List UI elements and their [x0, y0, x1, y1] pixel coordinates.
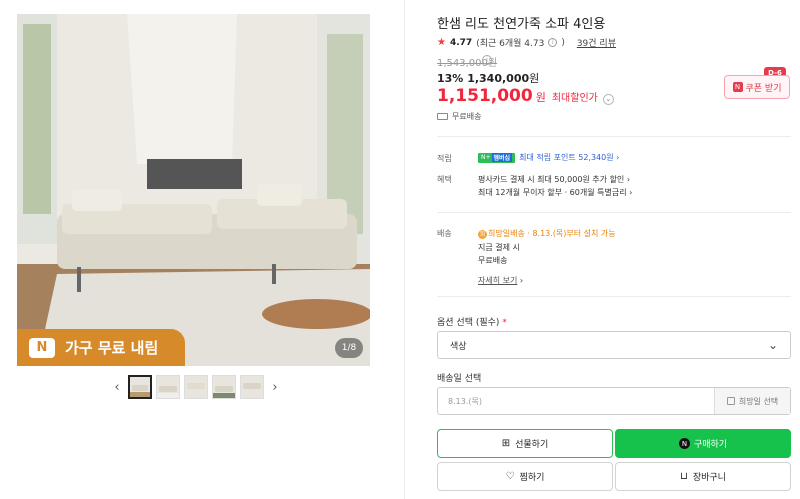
rating-score: 4.77 [449, 37, 473, 48]
npay-membership-icon: N+ 멤버십 [478, 152, 516, 163]
hope-delivery-text: · 8.13.(목)부터 설치 가능 [527, 229, 616, 238]
gift-icon: ⊞ [501, 438, 511, 449]
chevron-right-icon: › [629, 188, 633, 197]
delivery-line-2: 무료배송 [478, 256, 508, 265]
divider [437, 212, 791, 213]
rating-detail: (최근 6개월 4.73 [476, 39, 545, 49]
shipping-summary: 무료배송 [437, 111, 481, 122]
date-label: 배송일 선택 [437, 374, 482, 384]
date-field[interactable]: 8.13.(목) 희망일 선택 [437, 387, 791, 415]
rating-row: ★ 4.77 (최근 6개월 4.73 i) 39건 리뷰 [437, 36, 616, 49]
info-icon[interactable]: i [548, 38, 558, 47]
option-label: 옵션 선택 (필수) * [437, 318, 507, 328]
delivery-line-1: 지금 결제 시 [478, 243, 520, 252]
chevron-right-icon: › [626, 175, 631, 184]
chevron-right-icon: › [616, 153, 620, 162]
color-select[interactable]: 색상 ⌄ [437, 331, 791, 359]
naver-n-icon: N [29, 337, 55, 358]
hope-icon: 희 [478, 230, 487, 239]
best-won: 원 [535, 91, 546, 104]
wish-button[interactable]: ♡ 찜하기 [437, 462, 613, 491]
heart-icon: ♡ [505, 471, 515, 482]
discount-rate: 13% [437, 72, 464, 85]
thumbnail-2[interactable] [156, 375, 180, 399]
image-counter: 1/8 [335, 338, 363, 358]
hope-delivery-row: 희 희망일배송 · 8.13.(목)부터 설치 가능 [478, 228, 616, 239]
discount-price-row: 13% 1,340,000원 [437, 70, 539, 86]
points-text: 최대 적립 포인트 52,340원 [519, 153, 614, 162]
truck-icon [437, 113, 448, 120]
chevron-down-icon: ⌄ [767, 338, 778, 352]
free-badge-text: 가구 무료 내림 [65, 339, 159, 357]
benefit-1[interactable]: 평사카드 결제 시 최대 50,000원 추가 할인 › [478, 174, 630, 185]
thumbnail-5[interactable] [240, 375, 264, 399]
chevron-right-icon: › [519, 276, 524, 285]
more-link[interactable]: 자세히 보기 › [478, 275, 523, 286]
best-price-row: 1,151,000 원 최대할인가 ⌄ [437, 86, 614, 106]
calendar-icon [726, 397, 735, 405]
thumbnail-4[interactable] [212, 375, 236, 399]
divider [437, 136, 791, 137]
hope-delivery-badge: 희 희망일배송 [478, 229, 525, 239]
coupon-icon: N [732, 82, 743, 92]
review-link[interactable]: 39건 리뷰 [577, 36, 616, 49]
star-icon: ★ [437, 37, 446, 48]
benefit-2[interactable]: 최대 12개월 무이자 할부 · 60개월 특별금리 › [478, 187, 632, 198]
product-main-image[interactable] [17, 14, 370, 366]
thumbnail-3[interactable] [184, 375, 208, 399]
delivery-label: 배송 [437, 229, 452, 238]
chevron-down-icon[interactable]: ⌄ [602, 94, 614, 105]
date-select-button[interactable]: 희망일 선택 [714, 388, 790, 414]
free-delivery-badge: N 가구 무료 내림 [17, 329, 185, 366]
best-price: 1,151,000 [437, 86, 533, 106]
thumbnail-1[interactable] [128, 375, 152, 399]
cart-icon: ⊔ [680, 471, 688, 482]
best-price-label: 최대할인가 [551, 93, 598, 104]
divider [404, 0, 405, 499]
info-icon[interactable]: i [482, 55, 492, 65]
gift-button[interactable]: ⊞ 선물하기 [437, 429, 613, 458]
naver-pay-icon: N [678, 438, 690, 449]
date-placeholder: 8.13.(목) [448, 396, 482, 406]
coupon-label: 쿠폰 받기 [745, 83, 782, 94]
points-row[interactable]: N+ 멤버십 최대 적립 포인트 52,340원 › [478, 152, 619, 163]
benefit-label: 혜택 [437, 175, 452, 184]
sofa-photo [17, 14, 370, 366]
points-label: 적립 [437, 154, 452, 163]
divider [437, 296, 791, 297]
coupon-button[interactable]: N 쿠폰 받기 [724, 75, 790, 99]
discount-price: 1,340,000 [467, 72, 530, 85]
cart-button[interactable]: ⊔ 장바구니 [615, 462, 791, 491]
select-value: 색상 [450, 341, 467, 352]
chevron-right-icon[interactable]: › [268, 375, 282, 399]
chevron-left-icon[interactable]: ‹ [110, 375, 124, 399]
thumbnail-strip: ‹ › [110, 375, 282, 399]
discount-won: 원 [529, 72, 540, 85]
buy-button[interactable]: N 구매하기 [615, 429, 791, 458]
shipping-summary-text: 무료배송 [452, 112, 482, 121]
product-title: 한샘 리도 천연가죽 소파 4인용 [437, 17, 606, 32]
